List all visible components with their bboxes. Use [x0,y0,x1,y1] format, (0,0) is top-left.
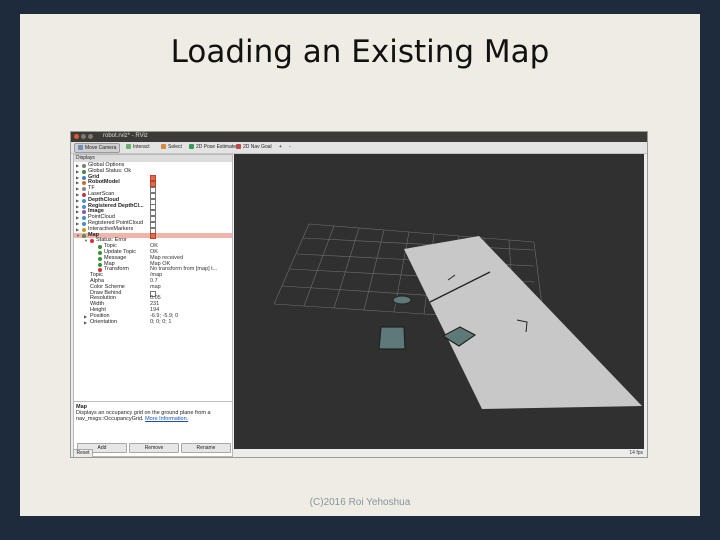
cloud-icon [82,221,86,226]
display-label: Orientation [90,318,117,325]
toolbar-move-camera-button[interactable]: Move Camera [74,143,121,153]
toolbar-label: 2D Pose Estimate [196,144,237,150]
nav-goal-icon [236,144,241,149]
slide-title: Loading an Existing Map [170,34,550,70]
check-icon [98,256,102,261]
check-icon [98,245,102,250]
3d-viewport[interactable] [234,154,644,449]
minimize-icon[interactable] [81,134,86,139]
marker-icon [82,227,86,232]
fps-readout: 14 fps [629,450,643,456]
displays-panel-title: Displays [74,155,232,162]
display-row-orientation[interactable]: ▶ Orientation 0; 0; 0; 1 [74,318,232,326]
panel-buttons: Add Remove Rename [74,441,232,453]
description-box: Map Displays an occupancy grid on the gr… [74,401,232,439]
select-icon [161,144,166,149]
close-icon[interactable] [74,134,79,139]
toolbar-label: Move Camera [85,145,117,151]
cloud-icon [82,198,86,203]
tf-icon [82,187,86,192]
robot-model-icon [82,181,86,186]
slide-footer: (C)2016 Roi Yehoshua [309,497,411,508]
cloud-icon [82,216,86,221]
toolbar-select-button[interactable]: Select [158,143,185,151]
check-icon [98,262,102,267]
toolbar-label: Select [168,144,182,150]
gear-icon [82,164,86,168]
displays-panel: Displays ▶ Global Options ▶ Global Status: … [73,154,233,457]
plus-icon[interactable]: + [276,143,285,151]
rename-button[interactable]: Rename [181,443,231,453]
display-value[interactable]: 0; 0; 0; 1 [150,319,171,326]
minus-icon[interactable]: - [286,143,294,151]
move-camera-icon [78,145,83,150]
toolbar-2d-nav-goal-button[interactable]: 2D Nav Goal [233,143,275,151]
window-titlebar: robot.rviz* - RViz [71,132,647,142]
toolbar-label: 2D Nav Goal [243,144,272,150]
toolbar: Move Camera Interact Select 2D Pose Estimat… [71,142,647,154]
toolbar-2d-pose-estimate-button[interactable]: 2D Pose Estimate [186,143,239,151]
cloud-icon [82,204,86,209]
interact-icon [126,144,131,149]
description-text: Displays an occupancy grid on the ground… [76,410,211,422]
3d-scene [273,223,642,409]
maximize-icon[interactable] [88,134,93,139]
image-icon [82,210,86,215]
reset-button[interactable]: Reset [73,449,93,457]
occupancy-map [404,236,642,409]
laser-icon [82,192,86,197]
slide: Loading an Existing Map robot.rviz* - RV… [20,14,700,516]
displays-tree: ▶ Global Options ▶ Global Status: Ok ▶ Grid ▶ R… [74,162,232,326]
pose-estimate-icon [189,144,194,149]
check-icon [82,169,86,174]
map-icon [82,233,86,238]
rviz-window: robot.rviz* - RViz Move Camera Interact Se… [70,131,648,458]
toolbar-interact-button[interactable]: Interact [123,143,153,151]
grid-icon [82,175,86,180]
remove-button[interactable]: Remove [129,443,179,453]
toolbar-label: Interact [133,144,150,150]
window-title: robot.rviz* - RViz [103,133,148,139]
check-icon [98,250,102,255]
more-information-link[interactable]: More Information. [145,416,188,422]
expand-arrow-icon[interactable]: ▶ [84,320,87,326]
error-icon [90,239,94,244]
